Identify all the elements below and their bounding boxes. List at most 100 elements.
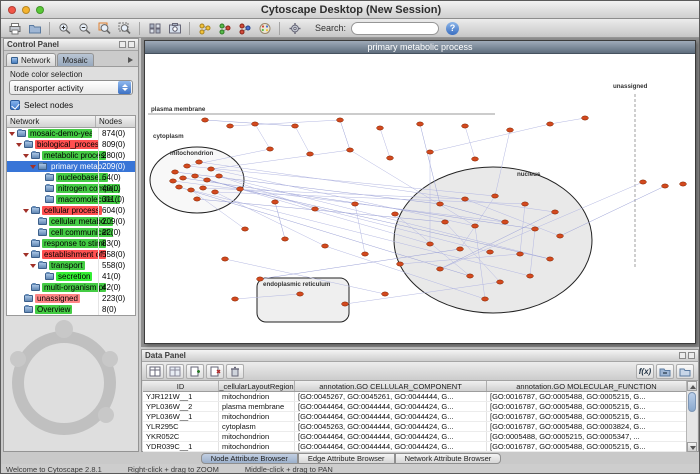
graph-node[interactable] <box>297 292 304 296</box>
tree-item-cellular-metabo[interactable]: cellular metabo...209(0) <box>7 216 135 227</box>
destroy-network-button[interactable] <box>235 20 254 37</box>
tree-item-cell-communicat[interactable]: cell communicat...22(0) <box>7 227 135 238</box>
graph-node[interactable] <box>257 277 264 281</box>
network-view-frame[interactable]: primary metabolic process plasma membran… <box>144 40 696 344</box>
graph-node[interactable] <box>472 224 479 228</box>
graph-node[interactable] <box>222 257 229 261</box>
graph-node[interactable] <box>397 262 404 266</box>
graph-node[interactable] <box>342 302 349 306</box>
scroll-down-button[interactable] <box>687 442 697 452</box>
expand-toggle-icon[interactable] <box>29 262 37 270</box>
function-builder-button[interactable]: f(x) <box>636 364 654 379</box>
close-panel-button[interactable] <box>128 41 135 48</box>
column-header-go-cellular-component[interactable]: annotation.GO CELLULAR_COMPONENT <box>295 381 487 391</box>
column-header-id[interactable]: ID <box>143 381 219 391</box>
graph-node[interactable] <box>467 274 474 278</box>
search-input[interactable] <box>351 22 439 35</box>
tree-item-nitrogen-compo[interactable]: nitrogen compo...40(0) <box>7 183 135 194</box>
table-row-yjr121w-1[interactable]: YJR121W__1mitochondrion[GO:0045267, GO:0… <box>143 392 687 402</box>
tab-node-attribute-browser[interactable]: Node Attribute Browser <box>201 453 298 464</box>
graph-node[interactable] <box>180 176 187 180</box>
tree-column-network[interactable]: Network <box>7 116 96 127</box>
tab-scroll-right-button[interactable] <box>126 54 136 66</box>
tree-item-metabolic-process[interactable]: metabolic process280(0) <box>7 150 135 161</box>
graph-node[interactable] <box>640 180 647 184</box>
graph-node[interactable] <box>492 194 499 198</box>
graph-node[interactable] <box>176 185 183 189</box>
graph-node[interactable] <box>437 202 444 206</box>
graph-node[interactable] <box>457 247 464 251</box>
graph-node[interactable] <box>427 242 434 246</box>
graph-node[interactable] <box>547 122 554 126</box>
graph-node[interactable] <box>237 187 244 191</box>
graph-node[interactable] <box>188 188 195 192</box>
column-header-go-molecular-function[interactable]: annotation.GO MOLECULAR_FUNCTION <box>487 381 687 391</box>
unselect-attributes-button[interactable] <box>166 364 184 379</box>
graph-node[interactable] <box>216 174 223 178</box>
zoom-window-button[interactable] <box>36 6 44 14</box>
graph-node[interactable] <box>170 179 177 183</box>
graph-node[interactable] <box>382 292 389 296</box>
graph-node[interactable] <box>547 257 554 261</box>
vizmapper-button[interactable] <box>255 20 274 37</box>
preferences-button[interactable] <box>285 20 304 37</box>
clear-table-button[interactable] <box>226 364 244 379</box>
first-neighbors-button[interactable] <box>195 20 214 37</box>
help-button[interactable]: ? <box>446 22 459 35</box>
hide-selected-button[interactable] <box>145 20 164 37</box>
graph-node[interactable] <box>427 150 434 154</box>
graph-node[interactable] <box>387 156 394 160</box>
create-network-view-button[interactable] <box>165 20 184 37</box>
window-titlebar[interactable]: Cytoscape Desktop (New Session) <box>1 1 700 19</box>
graph-node[interactable] <box>307 152 314 156</box>
graph-node[interactable] <box>292 124 299 128</box>
expand-toggle-icon[interactable] <box>22 152 30 160</box>
graph-node[interactable] <box>272 200 279 204</box>
import-network-button[interactable] <box>25 20 44 37</box>
graph-node[interactable] <box>172 170 179 174</box>
graph-node[interactable] <box>497 280 504 284</box>
graph-node[interactable] <box>232 297 239 301</box>
select-nodes-checkbox[interactable] <box>10 100 20 110</box>
float-panel-button[interactable] <box>119 41 126 48</box>
graph-node[interactable] <box>502 220 509 224</box>
table-row-ydr039c-1[interactable]: YDR039C__1mitochondrion[GO:0044464, GO:0… <box>143 442 687 452</box>
graph-node[interactable] <box>200 186 207 190</box>
graph-node[interactable] <box>507 128 514 132</box>
close-data-panel-button[interactable] <box>688 352 695 359</box>
print-button[interactable] <box>5 20 24 37</box>
minimize-window-button[interactable] <box>22 6 30 14</box>
graph-node[interactable] <box>392 212 399 216</box>
zoom-selected-region-button[interactable] <box>95 20 114 37</box>
graph-node[interactable] <box>184 164 191 168</box>
graph-node[interactable] <box>227 124 234 128</box>
new-network-from-selection-button[interactable] <box>215 20 234 37</box>
scroll-thumb[interactable] <box>688 392 696 412</box>
graph-node[interactable] <box>532 227 539 231</box>
tree-item-secretion[interactable]: secretion41(0) <box>7 271 135 282</box>
graph-node[interactable] <box>202 118 209 122</box>
graph-node[interactable] <box>442 220 449 224</box>
tree-item-establishment-of-lo[interactable]: establishment of lo...558(0) <box>7 249 135 260</box>
column-header-cellular-layout-region[interactable]: _cellularLayoutRegion <box>219 381 295 391</box>
graph-node[interactable] <box>362 252 369 256</box>
float-data-panel-button[interactable] <box>679 352 686 359</box>
graph-node[interactable] <box>192 174 199 178</box>
graph-node[interactable] <box>522 202 529 206</box>
select-attributes-button[interactable] <box>146 364 164 379</box>
tab-network-attribute-browser[interactable]: Network Attribute Browser <box>395 453 502 464</box>
graph-node[interactable] <box>242 227 249 231</box>
graph-node[interactable] <box>194 197 201 201</box>
graph-node[interactable] <box>282 237 289 241</box>
graph-node[interactable] <box>208 167 215 171</box>
graph-node[interactable] <box>337 118 344 122</box>
tab-mosaic[interactable]: Mosaic <box>57 53 93 66</box>
tree-item-overview[interactable]: Overview8(0) <box>7 304 135 315</box>
graph-node[interactable] <box>662 184 669 188</box>
tree-item-primary-metab[interactable]: primary metab...209(0) <box>7 161 135 172</box>
graph-node[interactable] <box>196 160 203 164</box>
table-row-ypl036w-2[interactable]: YPL036W__2plasma membrane[GO:0044464, GO… <box>143 402 687 412</box>
graph-node[interactable] <box>377 126 384 130</box>
graph-node[interactable] <box>462 124 469 128</box>
graph-node[interactable] <box>487 250 494 254</box>
